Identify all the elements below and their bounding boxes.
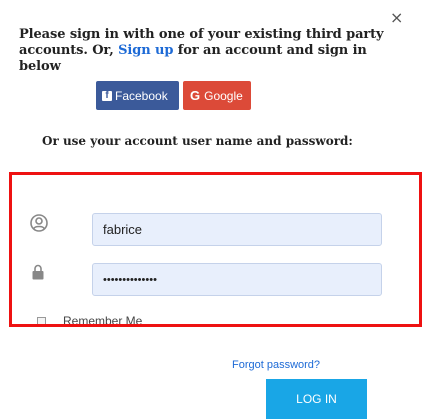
remember-me-label[interactable]: Remember Me bbox=[63, 314, 142, 324]
remember-me-checkbox[interactable] bbox=[37, 317, 46, 324]
username-input[interactable]: fabrice bbox=[92, 213, 382, 246]
forgot-password-link[interactable]: Forgot password? bbox=[232, 359, 320, 371]
close-icon[interactable]: × bbox=[390, 10, 403, 26]
sign-up-link[interactable]: Sign up bbox=[118, 43, 173, 58]
sign-in-dialog: × Please sign in with one of your existi… bbox=[0, 0, 433, 419]
google-button-label: Google bbox=[204, 88, 243, 103]
sign-in-intro-text: Please sign in with one of your existing… bbox=[19, 27, 409, 75]
google-icon: G bbox=[190, 88, 201, 103]
login-button[interactable]: LOG IN bbox=[266, 379, 367, 419]
credentials-form-highlight: fabrice •••••••••••••• Remember Me bbox=[9, 172, 422, 327]
alt-login-heading: Or use your account user name and passwo… bbox=[42, 134, 353, 148]
facebook-login-button[interactable]: f Facebook bbox=[96, 81, 179, 110]
intro-line-1: Please sign in with one of your existing… bbox=[19, 27, 384, 42]
password-input[interactable]: •••••••••••••• bbox=[92, 263, 382, 296]
intro-line-2-before: accounts. Or, bbox=[19, 43, 119, 58]
facebook-icon: f bbox=[102, 90, 112, 101]
facebook-button-label: Facebook bbox=[115, 88, 168, 103]
google-login-button[interactable]: G Google bbox=[183, 81, 251, 110]
intro-line-2: accounts. Or, Sign up for an account and… bbox=[19, 43, 409, 75]
lock-icon bbox=[32, 264, 44, 280]
user-circle-icon bbox=[30, 214, 48, 232]
